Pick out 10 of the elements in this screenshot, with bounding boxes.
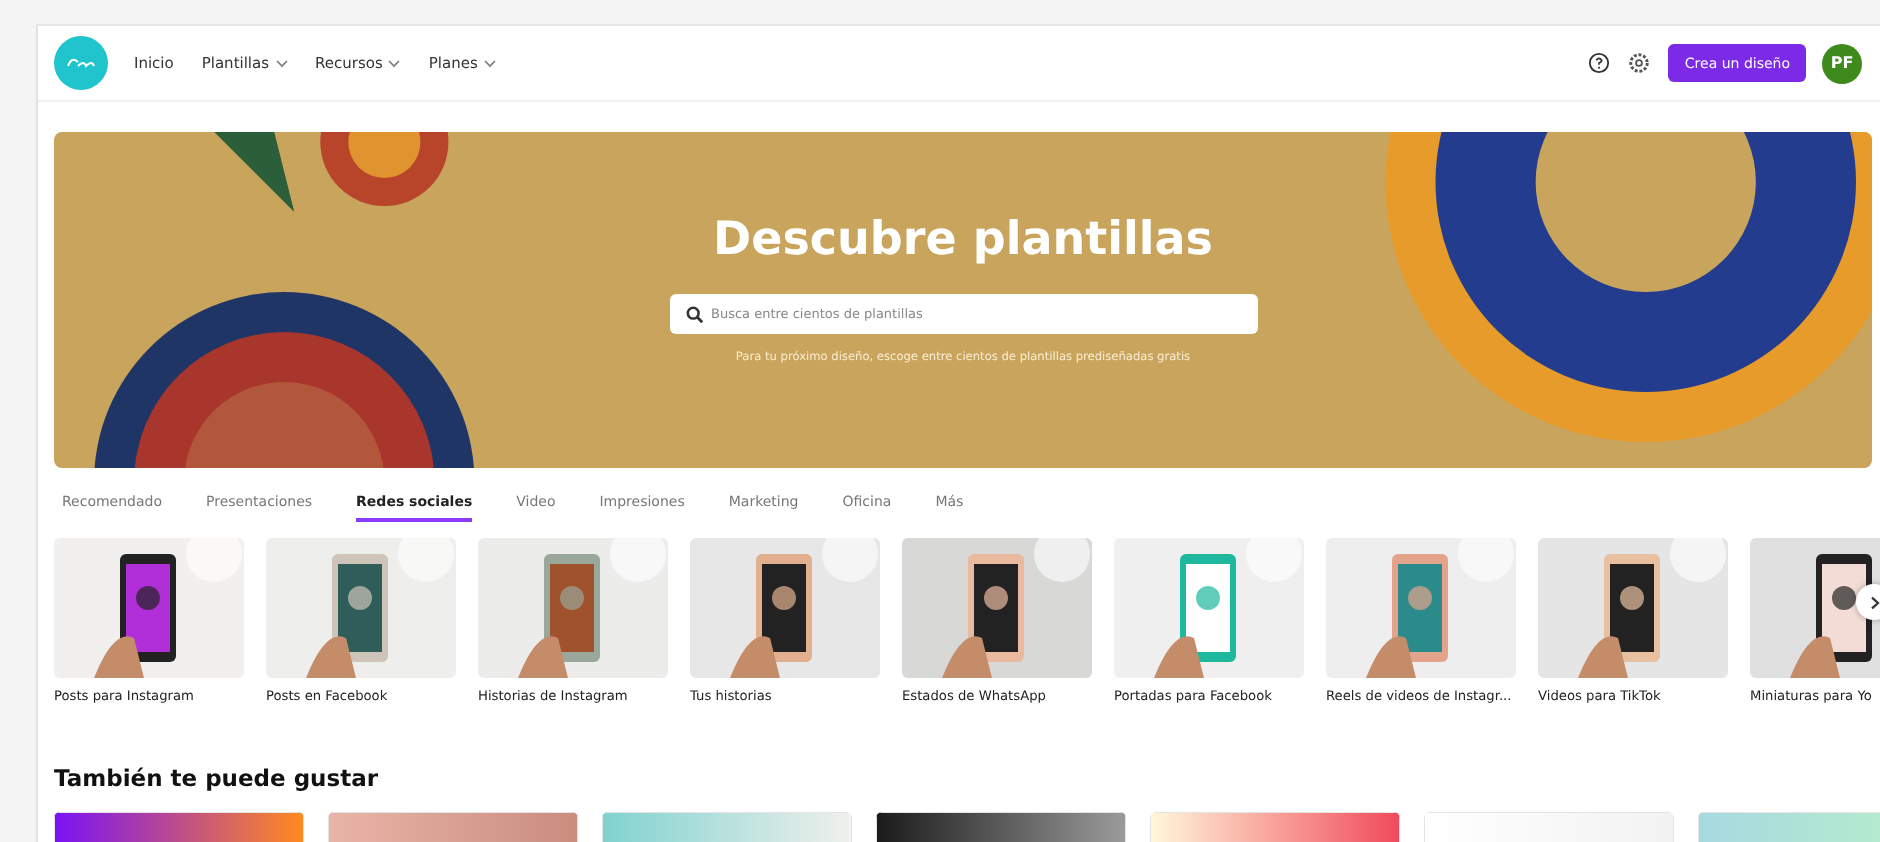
search-icon: [685, 305, 703, 323]
settings-icon[interactable]: [1628, 52, 1651, 74]
help-icon[interactable]: [1588, 52, 1611, 74]
chevron-down-icon: [388, 59, 401, 67]
chevron-down-icon: [275, 59, 288, 67]
chevron-down-icon: [483, 59, 496, 67]
chevron-right-icon: [1869, 595, 1879, 609]
user-avatar[interactable]: PF: [1822, 43, 1862, 83]
hero-title: Descubre plantillas: [713, 214, 1213, 266]
section-heading: También te puede gustar: [54, 764, 381, 792]
